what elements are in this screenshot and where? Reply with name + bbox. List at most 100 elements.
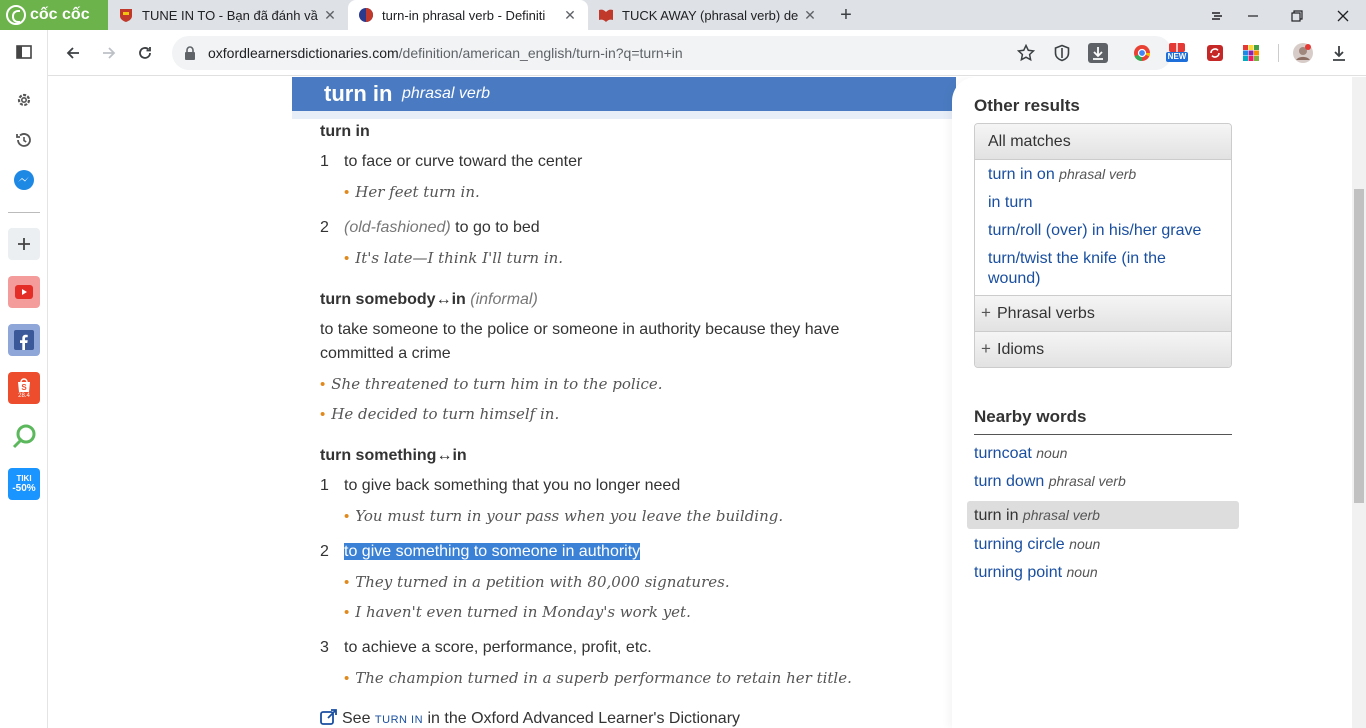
plus-icon <box>18 238 30 250</box>
sense-definition: to give back something that you no longe… <box>344 477 681 494</box>
close-window-button[interactable] <box>1322 0 1364 30</box>
extension-colorgrid-button[interactable] <box>1240 42 1262 64</box>
sidebar-history-button[interactable] <box>8 124 40 156</box>
facebook-icon <box>14 330 34 350</box>
toolbar-divider <box>1278 44 1279 62</box>
sidebar-shopee-button[interactable]: S 28.4 <box>8 372 40 404</box>
sidebar-settings-button[interactable] <box>8 84 40 116</box>
nearby-word: turncoat <box>974 445 1032 462</box>
close-tab-icon[interactable]: ✕ <box>802 7 818 23</box>
sense-definition: (old-fashioned) to go to bed <box>344 219 540 237</box>
match-text: turn/twist the knife (in the wound) <box>988 250 1166 287</box>
matches-list: turn in on phrasal verb in turn turn/rol… <box>975 160 1231 295</box>
idioms-section[interactable]: + Idioms <box>975 331 1231 367</box>
match-link[interactable]: in turn <box>975 191 1231 215</box>
bullet-icon: • <box>344 604 350 621</box>
example-sentence: • You must turn in your pass when you lea… <box>344 507 783 525</box>
extension-red-button[interactable] <box>1204 42 1226 64</box>
tab-tune-in-to[interactable]: TUNE IN TO - Bạn đã đánh vầ ✕ <box>108 0 348 30</box>
bookmark-star-button[interactable] <box>1016 43 1036 63</box>
sidebar-add-button[interactable] <box>8 228 40 260</box>
minimize-icon <box>1248 15 1258 17</box>
external-link-icon[interactable] <box>320 709 338 725</box>
nearby-word-link[interactable]: turncoat noun <box>974 445 1067 463</box>
match-pos: phrasal verb <box>1059 166 1137 182</box>
oxford-favicon-icon <box>359 8 373 22</box>
selected-text-highlight[interactable]: to give something to someone in authorit… <box>344 543 641 560</box>
oald-link[interactable]: turn in <box>375 714 423 726</box>
avatar-icon <box>1293 43 1313 63</box>
nearby-word: turn down <box>974 473 1045 490</box>
extension-new-button[interactable]: NEW <box>1165 40 1189 62</box>
match-link[interactable]: turn/twist the knife (in the wound) <box>975 247 1231 291</box>
browser-sidebar: S 28.4 TIKI -50% <box>0 30 48 728</box>
reload-button[interactable] <box>130 38 160 68</box>
forward-button[interactable] <box>94 38 124 68</box>
download-page-button[interactable] <box>1088 43 1108 63</box>
example-sentence: • They turned in a petition with 80,000 s… <box>344 573 730 591</box>
close-tab-icon[interactable]: ✕ <box>322 7 338 23</box>
tab-list-icon <box>1212 12 1222 20</box>
close-tab-icon[interactable]: ✕ <box>562 7 578 23</box>
downloads-button[interactable] <box>1328 42 1350 64</box>
navigation-bar: oxfordlearnersdictionaries.com/definitio… <box>48 30 1366 76</box>
sidebar-facebook-button[interactable] <box>8 324 40 356</box>
bullet-icon: • <box>344 508 350 525</box>
nearby-word-current[interactable]: turn in phrasal verb <box>967 501 1239 529</box>
extension-chrome-button[interactable] <box>1131 42 1153 64</box>
chrome-logo-icon <box>1134 45 1151 62</box>
tab-title: TUNE IN TO - Bạn đã đánh vầ <box>142 7 318 23</box>
phrasal-verbs-section[interactable]: + Phrasal verbs <box>975 295 1231 331</box>
idiom-title: turn in <box>320 123 370 140</box>
see-prefix: See <box>342 710 375 727</box>
page-content: turn in phrasal verb turn in 1 to face o… <box>48 77 1352 728</box>
url-text[interactable]: oxfordlearnersdictionaries.com/definitio… <box>208 45 683 61</box>
lock-icon[interactable] <box>184 46 196 60</box>
restore-button[interactable] <box>1276 0 1318 30</box>
bullet-icon: • <box>344 184 350 201</box>
nearby-word-link[interactable]: turn down phrasal verb <box>974 473 1126 491</box>
shield-icon <box>1054 44 1070 62</box>
tab-tuck-away[interactable]: TUCK AWAY (phrasal verb) de ✕ <box>588 0 828 30</box>
sidebar-tiki-button[interactable]: TIKI -50% <box>8 468 40 500</box>
gift-icon <box>1169 43 1185 52</box>
sidebar-toggle-button[interactable] <box>8 36 40 68</box>
nearby-word-link[interactable]: turning point noun <box>974 564 1098 582</box>
example-sentence: • It's late—I think I'll turn in. <box>344 249 563 267</box>
example-sentence: • He decided to turn himself in. <box>320 405 559 423</box>
example-sentence: • She threatened to turn him in to the po… <box>320 375 663 393</box>
entry-header: turn in phrasal verb <box>292 77 956 111</box>
arrow-right-icon <box>103 47 116 59</box>
address-bar[interactable]: oxfordlearnersdictionaries.com/definitio… <box>172 36 1172 70</box>
tab-title: turn-in phrasal verb - Definiti <box>382 7 546 23</box>
minimize-button[interactable] <box>1232 0 1274 30</box>
sense-number: 2 <box>320 219 329 236</box>
scrollbar-thumb[interactable] <box>1354 189 1364 503</box>
example-sentence: • The champion turned in a superb perform… <box>344 669 852 687</box>
sidebar-coccoc-button[interactable] <box>8 420 40 452</box>
profile-avatar-button[interactable] <box>1292 42 1314 64</box>
tab-turn-in-definition[interactable]: turn-in phrasal verb - Definiti ✕ <box>348 0 588 30</box>
other-results-heading: Other results <box>974 96 1080 115</box>
sense-number: 1 <box>320 153 329 170</box>
sidebar-messenger-button[interactable] <box>8 164 40 196</box>
download-arrow-icon <box>1093 47 1103 60</box>
match-link[interactable]: turn/roll (over) in his/her grave <box>975 219 1231 243</box>
browser-logo[interactable]: cốc cốc <box>6 4 90 26</box>
new-tab-button[interactable]: + <box>836 5 856 25</box>
register-label: (old-fashioned) <box>344 219 451 236</box>
match-link[interactable]: turn in on phrasal verb <box>975 162 1231 187</box>
adblock-shield-button[interactable] <box>1052 43 1072 63</box>
all-matches-tab[interactable]: All matches <box>975 124 1231 160</box>
sense-number: 1 <box>320 477 329 494</box>
tiki-label: TIKI <box>16 474 32 483</box>
youtube-icon <box>15 285 33 299</box>
sidebar-youtube-button[interactable] <box>8 276 40 308</box>
nearby-word-link[interactable]: turning circle noun <box>974 536 1100 554</box>
bullet-icon: • <box>320 376 326 393</box>
definition-line: to take someone to the police or someone… <box>320 321 840 338</box>
example-text: You must turn in your pass when you leav… <box>355 507 784 525</box>
nearby-word: turning circle <box>974 536 1065 553</box>
back-button[interactable] <box>58 38 88 68</box>
page-scrollbar[interactable] <box>1352 77 1366 728</box>
